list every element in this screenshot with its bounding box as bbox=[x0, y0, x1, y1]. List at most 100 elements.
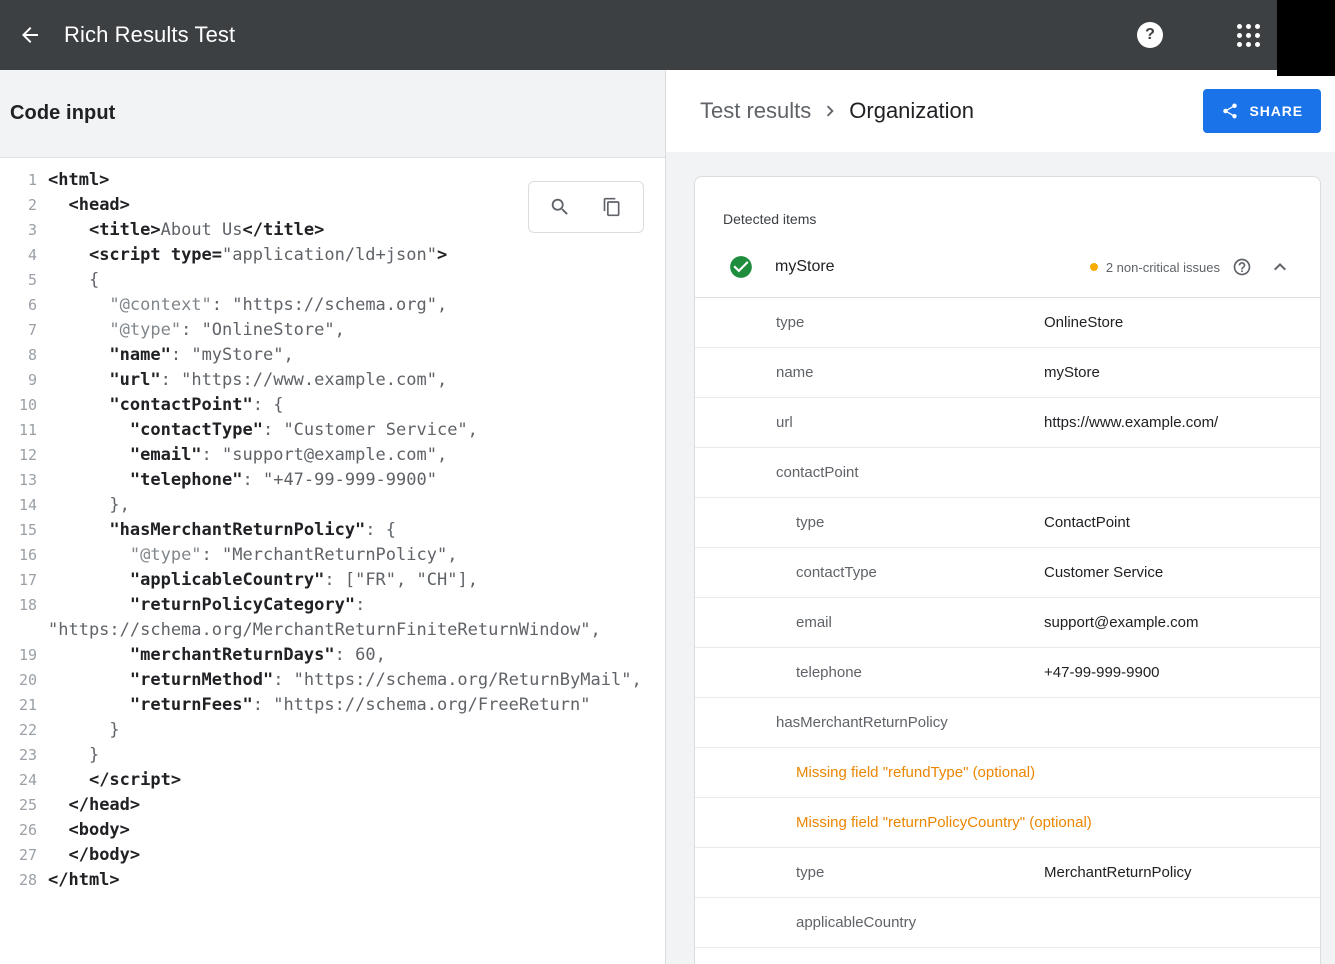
line-number: 3 bbox=[0, 218, 37, 243]
code-lines: 1<html>2 <head>3 <title>About Us</title>… bbox=[0, 168, 664, 893]
section-row-applicableCountry: applicableCountry bbox=[695, 897, 1320, 947]
code-text: "applicableCountry": ["FR", "CH"], bbox=[37, 568, 664, 593]
property-value: https://www.example.com/ bbox=[1044, 414, 1218, 431]
code-line: 20 "returnMethod": "https://schema.org/R… bbox=[0, 668, 664, 693]
code-text: } bbox=[37, 743, 664, 768]
code-text: "contactPoint": { bbox=[37, 393, 664, 418]
line-number: 5 bbox=[0, 268, 37, 293]
property-name: telephone bbox=[695, 664, 862, 681]
line-number: 8 bbox=[0, 343, 37, 368]
property-row-telephone: telephone +47-99-999-9900 bbox=[695, 647, 1320, 697]
help-button[interactable]: ? bbox=[1137, 22, 1163, 48]
code-line: 11 "contactType": "Customer Service", bbox=[0, 418, 664, 443]
help-outline-icon bbox=[1232, 257, 1252, 277]
share-button[interactable]: SHARE bbox=[1203, 89, 1321, 133]
code-text: "returnPolicyCategory": "https://schema.… bbox=[37, 593, 664, 643]
line-number: 7 bbox=[0, 318, 37, 343]
property-row-type: typeContactPoint bbox=[695, 497, 1320, 547]
code-line: 22 } bbox=[0, 718, 664, 743]
line-number: 26 bbox=[0, 818, 37, 843]
detected-items-card: Detected items myStore 2 non-critical is… bbox=[694, 176, 1321, 964]
copy-code-button[interactable] bbox=[592, 187, 632, 227]
property-name: contactType bbox=[695, 564, 877, 581]
code-text: </head> bbox=[37, 793, 664, 818]
property-name: type bbox=[695, 314, 804, 331]
code-line: 10 "contactPoint": { bbox=[0, 393, 664, 418]
code-line: 28</html> bbox=[0, 868, 664, 893]
line-number: 1 bbox=[0, 168, 37, 193]
code-line: 13 "telephone": "+47-99-999-9900" bbox=[0, 468, 664, 493]
code-line: 4 <script type="application/ld+json"> bbox=[0, 243, 664, 268]
chevron-up-icon bbox=[1268, 255, 1292, 279]
missing-field-warning-row: Missing field "refundType" (optional) bbox=[695, 747, 1320, 797]
code-text: "telephone": "+47-99-999-9900" bbox=[37, 468, 664, 493]
property-name: type bbox=[695, 864, 824, 881]
code-text: </body> bbox=[37, 843, 664, 868]
property-value: Customer Service bbox=[1044, 564, 1163, 581]
code-text: "returnFees": "https://schema.org/FreeRe… bbox=[37, 693, 664, 718]
issue-dot-icon bbox=[1090, 263, 1098, 271]
property-name: url bbox=[695, 414, 793, 431]
code-text: "@type": "MerchantReturnPolicy", bbox=[37, 543, 664, 568]
property-row-type: type MerchantReturnPolicy bbox=[695, 847, 1320, 897]
chevron-right-icon bbox=[819, 100, 841, 122]
line-number: 9 bbox=[0, 368, 37, 393]
code-text: "@type": "OnlineStore", bbox=[37, 318, 664, 343]
back-button[interactable] bbox=[8, 13, 52, 57]
code-text: </html> bbox=[37, 868, 664, 893]
line-number: 23 bbox=[0, 743, 37, 768]
missing-field-warning-row: Missing field "returnPolicyCountry" (opt… bbox=[695, 797, 1320, 847]
search-icon bbox=[549, 196, 571, 218]
apps-grid-button[interactable] bbox=[1235, 22, 1261, 48]
detected-item-header: myStore 2 non-critical issues bbox=[695, 237, 1320, 297]
line-number: 6 bbox=[0, 293, 37, 318]
line-number: 10 bbox=[0, 393, 37, 418]
code-line: 26 <body> bbox=[0, 818, 664, 843]
share-icon bbox=[1221, 102, 1239, 120]
profile-avatar-placeholder[interactable] bbox=[1277, 0, 1335, 76]
code-line: 8 "name": "myStore", bbox=[0, 343, 664, 368]
code-text: } bbox=[37, 718, 664, 743]
collapse-item-button[interactable] bbox=[1264, 251, 1296, 283]
code-text: "hasMerchantReturnPolicy": { bbox=[37, 518, 664, 543]
line-number: 24 bbox=[0, 768, 37, 793]
app-title: Rich Results Test bbox=[64, 22, 235, 48]
code-line: 14 }, bbox=[0, 493, 664, 518]
section-name: contactPoint bbox=[695, 464, 859, 481]
breadcrumb-test-results[interactable]: Test results bbox=[700, 98, 811, 124]
code-line: 19 "merchantReturnDays": 60, bbox=[0, 643, 664, 668]
code-text: <body> bbox=[37, 818, 664, 843]
results-header: Test results Organization SHARE bbox=[666, 70, 1335, 152]
code-line: 23 } bbox=[0, 743, 664, 768]
code-input-panel: Code input 1<html>2 <head>3 <title>About… bbox=[0, 70, 666, 964]
code-editor[interactable]: 1<html>2 <head>3 <title>About Us</title>… bbox=[0, 159, 664, 964]
code-line: 5 { bbox=[0, 268, 664, 293]
property-value: OnlineStore bbox=[1044, 314, 1123, 331]
code-text: "@context": "https://schema.org", bbox=[37, 293, 664, 318]
code-text: "returnMethod": "https://schema.org/Retu… bbox=[37, 668, 664, 693]
code-panel-header: Code input bbox=[0, 70, 665, 158]
code-line: 12 "email": "support@example.com", bbox=[0, 443, 664, 468]
property-name: name bbox=[695, 364, 814, 381]
line-number: 22 bbox=[0, 718, 37, 743]
code-line: 24 </script> bbox=[0, 768, 664, 793]
section-row-hasMerchantReturnPolicy: hasMerchantReturnPolicy bbox=[695, 697, 1320, 747]
code-text: <script type="application/ld+json"> bbox=[37, 243, 664, 268]
property-value: myStore bbox=[1044, 364, 1100, 381]
line-number: 14 bbox=[0, 493, 37, 518]
warning-text: Missing field "refundType" (optional) bbox=[695, 764, 1035, 781]
issues-help-button[interactable] bbox=[1226, 251, 1258, 283]
property-row-name: name myStore bbox=[695, 347, 1320, 397]
line-number: 28 bbox=[0, 868, 37, 893]
line-number: 27 bbox=[0, 843, 37, 868]
line-number: 12 bbox=[0, 443, 37, 468]
property-value: support@example.com bbox=[1044, 614, 1198, 631]
property-value: +47-99-999-9900 bbox=[1044, 664, 1160, 681]
help-icon: ? bbox=[1137, 22, 1163, 48]
property-value: MerchantReturnPolicy bbox=[1044, 864, 1192, 881]
property-name: type bbox=[695, 514, 824, 531]
code-line: 6 "@context": "https://schema.org", bbox=[0, 293, 664, 318]
property-row-contactType: contactType Customer Service bbox=[695, 547, 1320, 597]
section-row-contactPoint: contactPoint bbox=[695, 447, 1320, 497]
search-code-button[interactable] bbox=[540, 187, 580, 227]
